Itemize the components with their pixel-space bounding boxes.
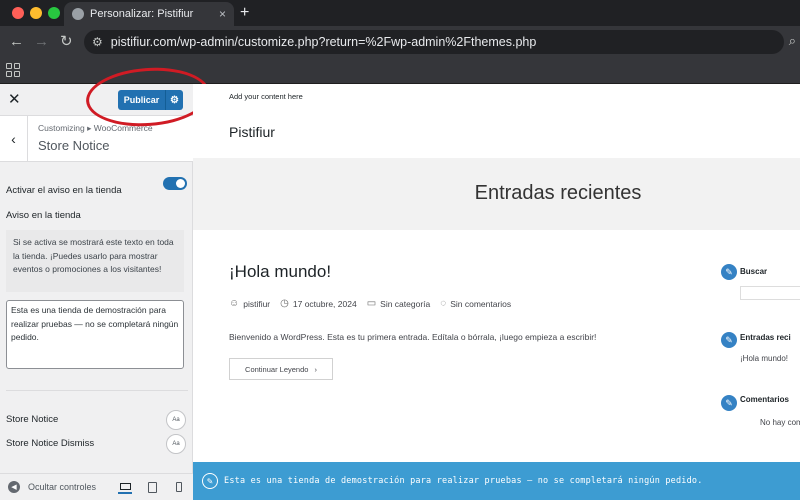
store-notice-bar: ✎ Esta es una tienda de demostración par…	[193, 462, 800, 500]
url-bar[interactable]: ⚙ pistifiur.com/wp-admin/customize.php?r…	[84, 30, 784, 54]
bookmark-bar	[0, 58, 800, 84]
section-header: ‹ Customizing ▸ WooCommerce Store Notice	[0, 116, 193, 162]
section-title: Store Notice	[38, 138, 110, 153]
hide-controls-label: Ocultar controles	[28, 482, 97, 492]
divider	[6, 390, 188, 391]
font-control-label: Store Notice Dismiss	[6, 438, 95, 449]
tab-title: Personalizar: Pistifiur	[90, 8, 194, 20]
minimize-window-button[interactable]	[30, 7, 42, 19]
post-meta: ☺ pistifiur ◷ 17 octubre, 2024 ▭ Sin cat…	[229, 298, 511, 309]
back-button[interactable]: ‹	[0, 116, 28, 162]
widget-title: Entradas reci	[740, 333, 791, 342]
toggle-label: Activar el aviso en la tienda	[6, 185, 122, 196]
tablet-icon	[147, 481, 157, 493]
back-icon[interactable]: ←	[9, 33, 24, 51]
publish-label: Publicar	[123, 95, 160, 105]
no-comments-text: No hay com	[760, 418, 800, 427]
post-excerpt: Bienvenido a WordPress. Esta es tu prime…	[229, 332, 597, 342]
close-icon[interactable]: ✕	[8, 90, 21, 108]
typography-button[interactable]: Aa	[166, 410, 186, 430]
notice-textarea[interactable]: Esta es una tienda de demostración para …	[6, 300, 184, 369]
browser-tab[interactable]: Personalizar: Pistifiur ×	[64, 2, 234, 26]
comment-icon: ◌	[440, 298, 447, 309]
typography-button[interactable]: Aa	[166, 434, 186, 454]
folder-icon: ▭	[366, 298, 377, 309]
reload-icon[interactable]: ↻	[60, 33, 73, 51]
site-tagline: Add your content here	[229, 92, 303, 101]
close-window-button[interactable]	[12, 7, 24, 19]
user-icon: ☺	[229, 298, 240, 309]
font-control-label: Store Notice	[6, 414, 59, 425]
site-preview: Add your content here Pistifiur Entradas…	[193, 84, 800, 500]
post-comments[interactable]: Sin comentarios	[450, 299, 511, 309]
publish-button[interactable]: Publicar ⚙	[118, 90, 183, 110]
desktop-preview-button[interactable]	[118, 480, 132, 494]
font-control-store-notice-dismiss: Store Notice Dismiss Aa	[6, 434, 188, 454]
tablet-preview-button[interactable]	[145, 480, 159, 494]
post-title[interactable]: ¡Hola mundo!	[229, 262, 331, 282]
url-text: pistifiur.com/wp-admin/customize.php?ret…	[110, 35, 537, 49]
notice-field-label: Aviso en la tienda	[6, 210, 81, 221]
new-tab-button[interactable]: +	[240, 4, 249, 22]
hero-banner: Entradas recientes	[193, 158, 800, 230]
tab-close-icon[interactable]: ×	[219, 7, 226, 21]
customizer-sidebar: ✕ Publicar ⚙ ‹ Customizing ▸ WooCommerce…	[0, 84, 193, 500]
post-category[interactable]: Sin categoría	[380, 299, 430, 309]
notice-description: Si se activa se mostrará este texto en t…	[6, 230, 184, 292]
font-control-store-notice: Store Notice Aa	[6, 410, 188, 430]
forward-icon[interactable]: →	[34, 33, 49, 51]
customizer-header: ✕ Publicar ⚙	[0, 84, 193, 116]
breadcrumb: Customizing ▸ WooCommerce	[38, 123, 153, 133]
store-notice-toggle-row: Activar el aviso en la tienda	[6, 177, 188, 198]
post-date[interactable]: 17 octubre, 2024	[293, 299, 357, 309]
recent-post-link[interactable]: ¡Hola mundo!	[740, 354, 788, 363]
gear-icon[interactable]: ⚙	[165, 90, 183, 110]
read-more-label: Continuar Leyendo	[245, 364, 309, 374]
edit-pencil-icon[interactable]: ✎	[721, 264, 737, 280]
store-notice-text: Esta es una tienda de demostración para …	[224, 476, 703, 486]
zoom-icon[interactable]: ⌕	[789, 33, 796, 49]
mobile-icon	[176, 482, 182, 492]
browser-toolbar: ← → ↻ ⚙ pistifiur.com/wp-admin/customize…	[0, 26, 800, 58]
maximize-window-button[interactable]	[48, 7, 60, 19]
apps-icon[interactable]	[6, 63, 20, 77]
widget-title: Buscar	[740, 267, 768, 276]
desktop-icon	[119, 482, 131, 490]
mobile-preview-button[interactable]	[172, 480, 186, 494]
read-more-button[interactable]: Continuar Leyendo ›	[229, 358, 333, 380]
clock-icon: ◷	[280, 298, 289, 309]
chevron-left-icon: ‹	[11, 131, 16, 147]
hide-controls-button[interactable]: ◀ Ocultar controles	[8, 481, 96, 493]
customizer-footer: ◀ Ocultar controles	[0, 473, 193, 500]
search-input[interactable]	[740, 286, 800, 300]
post-author[interactable]: pistifiur	[243, 299, 270, 309]
edit-pencil-icon[interactable]: ✎	[721, 395, 737, 411]
store-notice-toggle[interactable]	[163, 177, 187, 190]
site-title[interactable]: Pistifiur	[229, 124, 275, 140]
toggle-knob	[176, 179, 185, 188]
widget-title: Comentarios	[740, 395, 789, 404]
chevron-right-icon: ›	[314, 364, 317, 374]
collapse-icon: ◀	[8, 481, 20, 493]
edit-pencil-icon[interactable]: ✎	[202, 473, 218, 489]
browser-titlebar: Personalizar: Pistifiur × +	[0, 0, 800, 26]
globe-icon	[72, 8, 84, 20]
edit-pencil-icon[interactable]: ✎	[721, 332, 737, 348]
hero-title: Entradas recientes	[474, 182, 642, 204]
site-settings-icon[interactable]: ⚙	[92, 35, 103, 49]
